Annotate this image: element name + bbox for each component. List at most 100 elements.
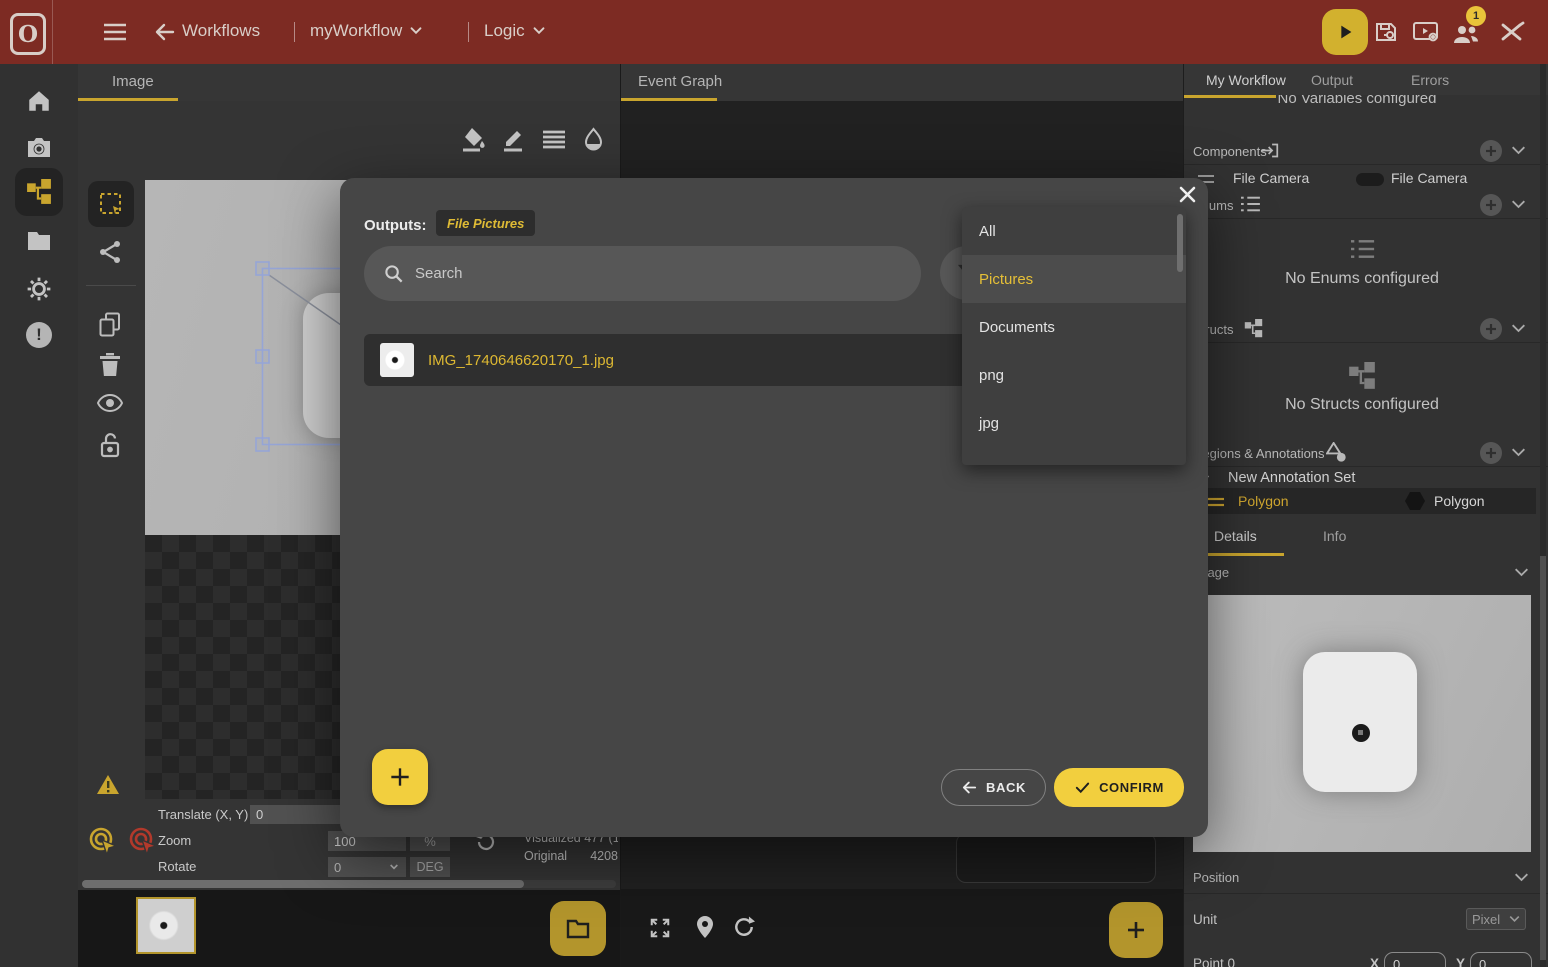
point0-y-input[interactable] — [1470, 952, 1532, 967]
tab-output[interactable]: Output — [1311, 72, 1353, 88]
add-struct-button[interactable] — [1480, 318, 1502, 340]
canvas-hscrollbar[interactable] — [82, 880, 616, 888]
preview-settings-button[interactable] — [1412, 21, 1440, 44]
refresh-button[interactable] — [733, 916, 755, 938]
save-workflow-button[interactable] — [1374, 20, 1400, 44]
arrow-left-icon — [961, 779, 978, 796]
app-root: O Workflows myWorkflow Logic — [0, 0, 1548, 967]
add-node-button[interactable] — [1109, 902, 1163, 958]
workflow-name-dropdown[interactable]: myWorkflow — [310, 21, 424, 41]
back-button[interactable]: BACK — [941, 769, 1046, 806]
filter-option-jpg[interactable]: jpg — [962, 399, 1186, 447]
add-enum-button[interactable] — [1480, 194, 1502, 216]
run-workflow-button[interactable] — [1322, 9, 1368, 55]
plus-icon — [1485, 199, 1497, 211]
components-collapse-button[interactable] — [1511, 144, 1526, 157]
search-input[interactable] — [413, 264, 909, 283]
open-folder-button[interactable] — [550, 901, 606, 956]
delete-button[interactable] — [99, 352, 121, 377]
breadcrumb-separator-2 — [468, 22, 469, 42]
add-component-button[interactable] — [1480, 140, 1502, 162]
pointer-mode-primary[interactable] — [88, 826, 118, 856]
marquee-select-tool-active[interactable] — [88, 181, 134, 227]
active-tab-underline — [78, 98, 178, 101]
app-logo[interactable]: O — [10, 13, 46, 55]
tab-my-workflow[interactable]: My Workflow — [1206, 72, 1286, 88]
opacity-tool-button[interactable] — [583, 127, 604, 152]
unit-select[interactable]: Pixel — [1466, 908, 1526, 930]
visibility-button[interactable] — [97, 394, 123, 412]
modal-close-button[interactable] — [1172, 179, 1202, 209]
rotate-select[interactable]: 0 — [328, 857, 406, 877]
inspector-scrollbar-thumb[interactable] — [1540, 556, 1546, 960]
search-bar[interactable] — [364, 246, 921, 301]
inspector-scrollbar-track[interactable] — [1540, 64, 1546, 967]
nav-home[interactable] — [26, 88, 52, 114]
annotation-set-row[interactable]: New Annotation Set — [1184, 467, 1548, 489]
tab-errors[interactable]: Errors — [1411, 72, 1449, 88]
lines-tool-button[interactable] — [543, 130, 565, 149]
confirm-button[interactable]: CONFIRM — [1054, 768, 1184, 807]
crossed-tools-icon — [1498, 20, 1526, 44]
screen-settings-icon — [1412, 21, 1440, 44]
regions-collapse-button[interactable] — [1511, 446, 1526, 459]
polygon-hexagon-icon — [1404, 491, 1426, 511]
share-tool-button[interactable] — [98, 240, 122, 264]
copy-button[interactable] — [98, 312, 122, 338]
enums-list-icon — [1240, 195, 1260, 213]
back-button[interactable] — [153, 20, 177, 44]
dropdown-scrollbar-thumb[interactable] — [1177, 214, 1183, 272]
filter-option-documents[interactable]: Documents — [962, 303, 1186, 351]
tab-image[interactable]: Image — [112, 73, 154, 90]
collaborators-badge: 1 — [1466, 6, 1486, 26]
filter-option-pictures-selected[interactable]: Pictures — [962, 255, 1186, 303]
detail-image-preview[interactable] — [1193, 595, 1531, 852]
filter-option-all[interactable]: All — [962, 207, 1186, 255]
locate-button[interactable] — [695, 915, 715, 939]
frame-thumbnail-selected[interactable] — [136, 897, 196, 954]
zoom-label: Zoom — [158, 833, 191, 848]
add-region-button[interactable] — [1480, 442, 1502, 464]
collaborators-button[interactable] — [1452, 23, 1482, 45]
nav-alerts[interactable]: ! — [26, 322, 52, 348]
draw-tool-button[interactable] — [502, 127, 525, 152]
chevron-down-icon — [408, 23, 424, 39]
filter-option-png[interactable]: png — [962, 351, 1186, 399]
original-size: 4208 — [590, 849, 618, 863]
component-toggle[interactable] — [1356, 173, 1384, 186]
nav-camera[interactable] — [26, 136, 52, 160]
enums-collapse-button[interactable] — [1511, 198, 1526, 211]
chevron-down-icon — [1511, 144, 1526, 157]
components-export-icon — [1260, 141, 1279, 160]
lock-button[interactable] — [99, 432, 121, 458]
tab-details[interactable]: Details — [1214, 528, 1257, 544]
nav-settings[interactable] — [26, 276, 52, 302]
image-section-row[interactable]: Image — [1184, 560, 1548, 584]
section-name: Logic — [484, 21, 525, 41]
nav-workflows-active[interactable] — [15, 168, 63, 216]
end-session-button[interactable] — [1498, 20, 1526, 44]
nav-files[interactable] — [26, 230, 52, 252]
tab-info[interactable]: Info — [1323, 528, 1346, 544]
tab-event-graph[interactable]: Event Graph — [638, 73, 722, 90]
structs-collapse-button[interactable] — [1511, 322, 1526, 335]
point0-x-label: X — [1370, 956, 1379, 967]
pointer-mode-secondary[interactable] — [128, 826, 158, 856]
section-dropdown[interactable]: Logic — [484, 21, 547, 41]
position-section-row[interactable]: Position — [1184, 865, 1548, 889]
output-type-chip[interactable]: File Pictures — [436, 210, 535, 236]
annotation-item-row-selected[interactable]: Polygon Polygon — [1184, 488, 1536, 514]
canvas-warning[interactable] — [96, 774, 120, 795]
position-section-label: Position — [1193, 870, 1239, 885]
point0-x-input[interactable] — [1384, 952, 1446, 967]
menu-button[interactable] — [102, 21, 128, 43]
marquee-select-icon — [99, 192, 123, 216]
fill-tool-button[interactable] — [462, 127, 485, 152]
breadcrumb-workflows[interactable]: Workflows — [182, 21, 260, 41]
hscrollbar-thumb[interactable] — [82, 880, 524, 888]
paint-bucket-icon — [462, 127, 485, 152]
component-row[interactable]: File Camera File Camera — [1184, 165, 1548, 191]
graph-node[interactable] — [956, 833, 1156, 883]
fit-view-button[interactable] — [649, 917, 671, 939]
add-output-button[interactable] — [372, 749, 428, 805]
